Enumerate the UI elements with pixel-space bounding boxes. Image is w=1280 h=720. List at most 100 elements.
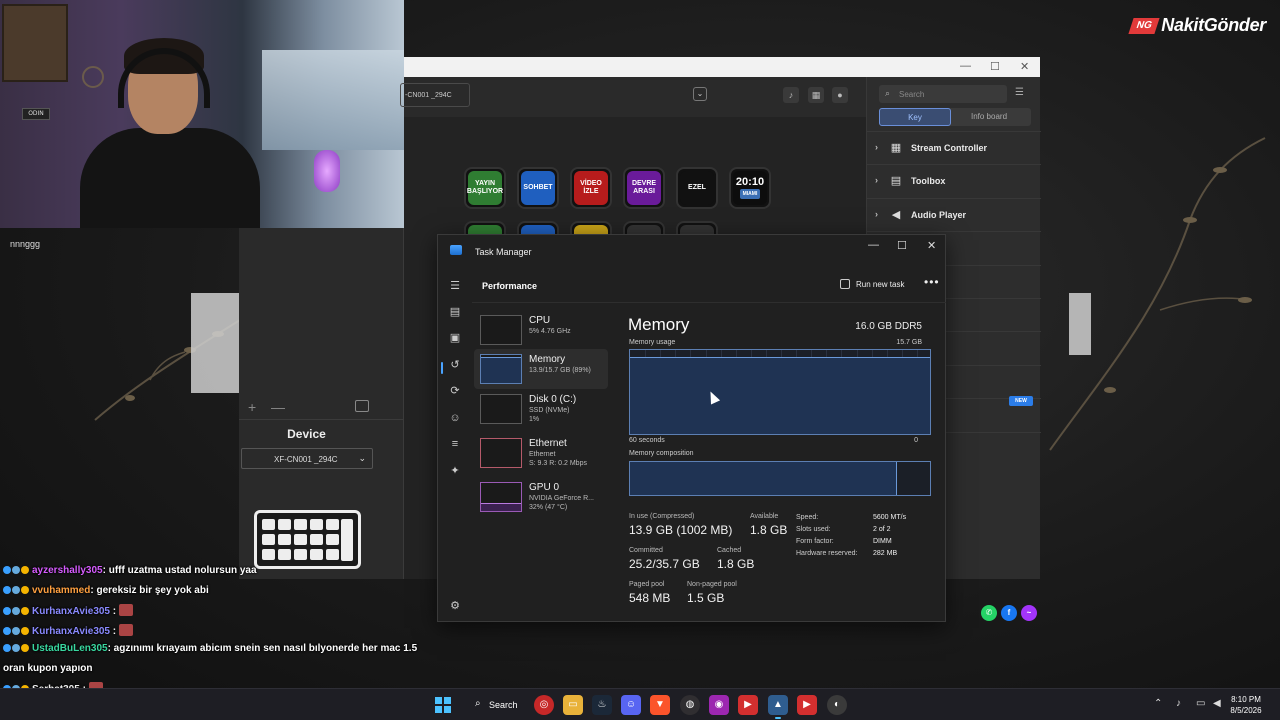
deck-key[interactable]: 20:10 MIAMI — [729, 167, 771, 209]
users-icon[interactable]: ☺ — [448, 411, 462, 425]
deck-key[interactable]: DEVRE ARASI — [623, 167, 665, 209]
tray-chevron-up-icon[interactable]: ⌃ — [1154, 698, 1162, 709]
close-icon[interactable]: ✕ — [1020, 60, 1029, 73]
perf-item-memory[interactable]: Memory 13.9/15.7 GB (89%) — [474, 349, 608, 389]
deck-toolbar: -CN001 _294C ⌄ ♪ ▦ ● — [400, 77, 866, 117]
chat-username[interactable]: KurhanxAvie305 — [32, 606, 110, 617]
device-select[interactable]: XF-CN001 _294C ⌄ — [241, 448, 373, 469]
lava-lamp — [314, 150, 340, 192]
settings-icon[interactable]: ⚙ — [448, 599, 462, 613]
taskbar-app-explorer-icon[interactable]: ▭ — [563, 695, 583, 715]
actions-search-input[interactable]: ⌕ Search — [879, 85, 1007, 103]
perf-item-disk[interactable]: Disk 0 (C:) SSD (NVMe) 1% — [474, 389, 608, 429]
stat-label: Cached — [717, 547, 742, 554]
profile-dropdown-icon[interactable]: ⌄ — [693, 87, 707, 101]
chat-badge-icon — [3, 626, 11, 635]
taskbar: ⌕ Search ◎ ▭ ♨ ☺ ▼ ◍ ◉ ▶ ▲ ▶ ◐ ⌃ ♪ ▭ ◀ 8… — [0, 688, 1280, 720]
remove-profile-icon[interactable]: — — [271, 399, 285, 415]
chat-username[interactable]: vvuhammed — [32, 585, 90, 596]
sidepanel-tabs: Key Info board — [879, 108, 1031, 126]
run-new-task-button[interactable]: Run new task — [840, 279, 904, 289]
taskbar-search[interactable]: ⌕ Search — [465, 695, 525, 715]
profile-settings-icon[interactable] — [355, 400, 369, 412]
startup-apps-icon[interactable]: ⟳ — [448, 384, 462, 398]
search-icon: ⌕ — [475, 698, 481, 709]
kv-label: Hardware reserved: — [796, 550, 858, 557]
chat-username[interactable]: KurhanxAvie305 — [32, 626, 110, 637]
deck-key[interactable]: EZEL — [676, 167, 718, 209]
category-label: Audio Player — [911, 209, 967, 220]
action-category[interactable]: › ▦ Stream Controller — [867, 131, 1041, 164]
tm-titlebar: Task Manager — ☐ ✕ — [438, 235, 947, 267]
stat-label: In use (Compressed) — [629, 513, 695, 520]
tab-key[interactable]: Key — [879, 108, 951, 126]
taskbar-app-steam-icon[interactable]: ♨ — [592, 695, 612, 715]
taskbar-clock[interactable]: 8:10 PM 8/5/2026 — [1226, 694, 1266, 716]
device-panel: + — Device XF-CN001 _294C ⌄ — [239, 228, 404, 579]
device-title: Device — [287, 427, 326, 441]
chat-username[interactable]: ayzershally305 — [32, 565, 103, 576]
stat-value: 1.8 GB — [717, 557, 755, 571]
action-category[interactable]: › ◀ Audio Player — [867, 197, 1041, 231]
graph-time-right: 0 — [914, 437, 918, 444]
kv-value: 5600 MT/s — [873, 514, 907, 521]
list-view-icon[interactable]: ☰ — [1015, 87, 1024, 98]
taskbar-app-discord-icon[interactable]: ☺ — [621, 695, 641, 715]
chat-badge-icon — [12, 585, 20, 594]
deck-key-label: EZEL — [688, 184, 706, 191]
taskbar-app-streamdeck-icon[interactable]: ▶ — [738, 695, 758, 715]
taskbar-app-camera-icon[interactable]: ◉ — [709, 695, 729, 715]
deck-key-label: DEVRE ARASI — [631, 180, 657, 195]
hamburger-icon[interactable]: ☰ — [448, 279, 462, 293]
account-icon[interactable]: ● — [832, 87, 848, 103]
bell-icon[interactable]: ♪ — [783, 87, 799, 103]
store-icon[interactable]: ▦ — [808, 87, 824, 103]
whatsapp-icon[interactable]: ✆ — [981, 605, 997, 621]
perf-item-gpu[interactable]: GPU 0 NVIDIA GeForce R... 32% (47 °C) — [474, 477, 608, 517]
kv-value: 2 of 2 — [873, 526, 891, 533]
deck-key-label: SOHBET — [523, 184, 553, 191]
services-icon[interactable]: ✦ — [448, 464, 462, 478]
maximize-icon[interactable]: ☐ — [990, 60, 1000, 73]
tab-info-board[interactable]: Info board — [953, 108, 1025, 126]
tm-header: Performance Run new task ••• — [472, 267, 946, 303]
network-icon[interactable]: ▭ — [1196, 698, 1205, 709]
app-history-icon[interactable]: ↺ — [448, 358, 462, 372]
page-title: Performance — [482, 281, 538, 291]
taskbar-app-other-icon[interactable]: ◐ — [827, 695, 847, 715]
volume-icon[interactable]: ◀ — [1213, 698, 1221, 709]
device-selector[interactable]: -CN001 _294C — [400, 83, 470, 107]
chat-emote-icon — [119, 604, 134, 616]
perf-item-cpu[interactable]: CPU 5% 4.76 GHz — [474, 310, 608, 350]
deck-key-label: YAYIN BAŞLIYOR — [466, 180, 504, 195]
performance-icon[interactable]: ▣ — [448, 331, 462, 345]
facebook-icon[interactable]: f — [1001, 605, 1017, 621]
tm-minimize-icon[interactable]: — — [868, 239, 879, 251]
deck-key[interactable]: YAYIN BAŞLIYOR — [464, 167, 506, 209]
taskbar-search-label: Search — [489, 700, 518, 710]
tm-maximize-icon[interactable]: ☐ — [897, 239, 907, 252]
chat-username[interactable]: UstadBuLen305 — [32, 643, 108, 654]
perf-item-detail: S: 9.3 R: 0.2 Mbps — [529, 460, 587, 467]
device-illustration — [254, 510, 361, 569]
deck-key[interactable]: SOHBET — [517, 167, 559, 209]
processes-icon[interactable]: ▤ — [448, 305, 462, 319]
tm-close-icon[interactable]: ✕ — [927, 239, 936, 252]
details-icon[interactable]: ≡ — [448, 437, 462, 451]
perf-item-ethernet[interactable]: Ethernet Ethernet S: 9.3 R: 0.2 Mbps — [474, 433, 608, 473]
taskbar-app-obs-icon[interactable]: ◍ — [680, 695, 700, 715]
add-profile-icon[interactable]: + — [248, 399, 256, 415]
action-category[interactable]: › ▤ Toolbox — [867, 164, 1041, 197]
chat-badge-icon — [3, 607, 11, 615]
taskbar-app-chrome-icon[interactable]: ◎ — [534, 695, 554, 715]
more-options-icon[interactable]: ••• — [924, 275, 940, 289]
microphone-icon[interactable]: ♪ — [1176, 698, 1181, 709]
minimize-icon[interactable]: — — [960, 60, 971, 72]
messenger-icon[interactable]: ~ — [1021, 605, 1037, 621]
perf-item-name: Disk 0 (C:) — [529, 394, 577, 405]
taskbar-app-brave-icon[interactable]: ▼ — [650, 695, 670, 715]
taskbar-app-streamdeck2-icon[interactable]: ▶ — [797, 695, 817, 715]
taskbar-app-taskmanager-icon[interactable]: ▲ — [768, 695, 788, 719]
start-button[interactable] — [435, 697, 451, 713]
deck-key[interactable]: VİDEO İZLE — [570, 167, 612, 209]
